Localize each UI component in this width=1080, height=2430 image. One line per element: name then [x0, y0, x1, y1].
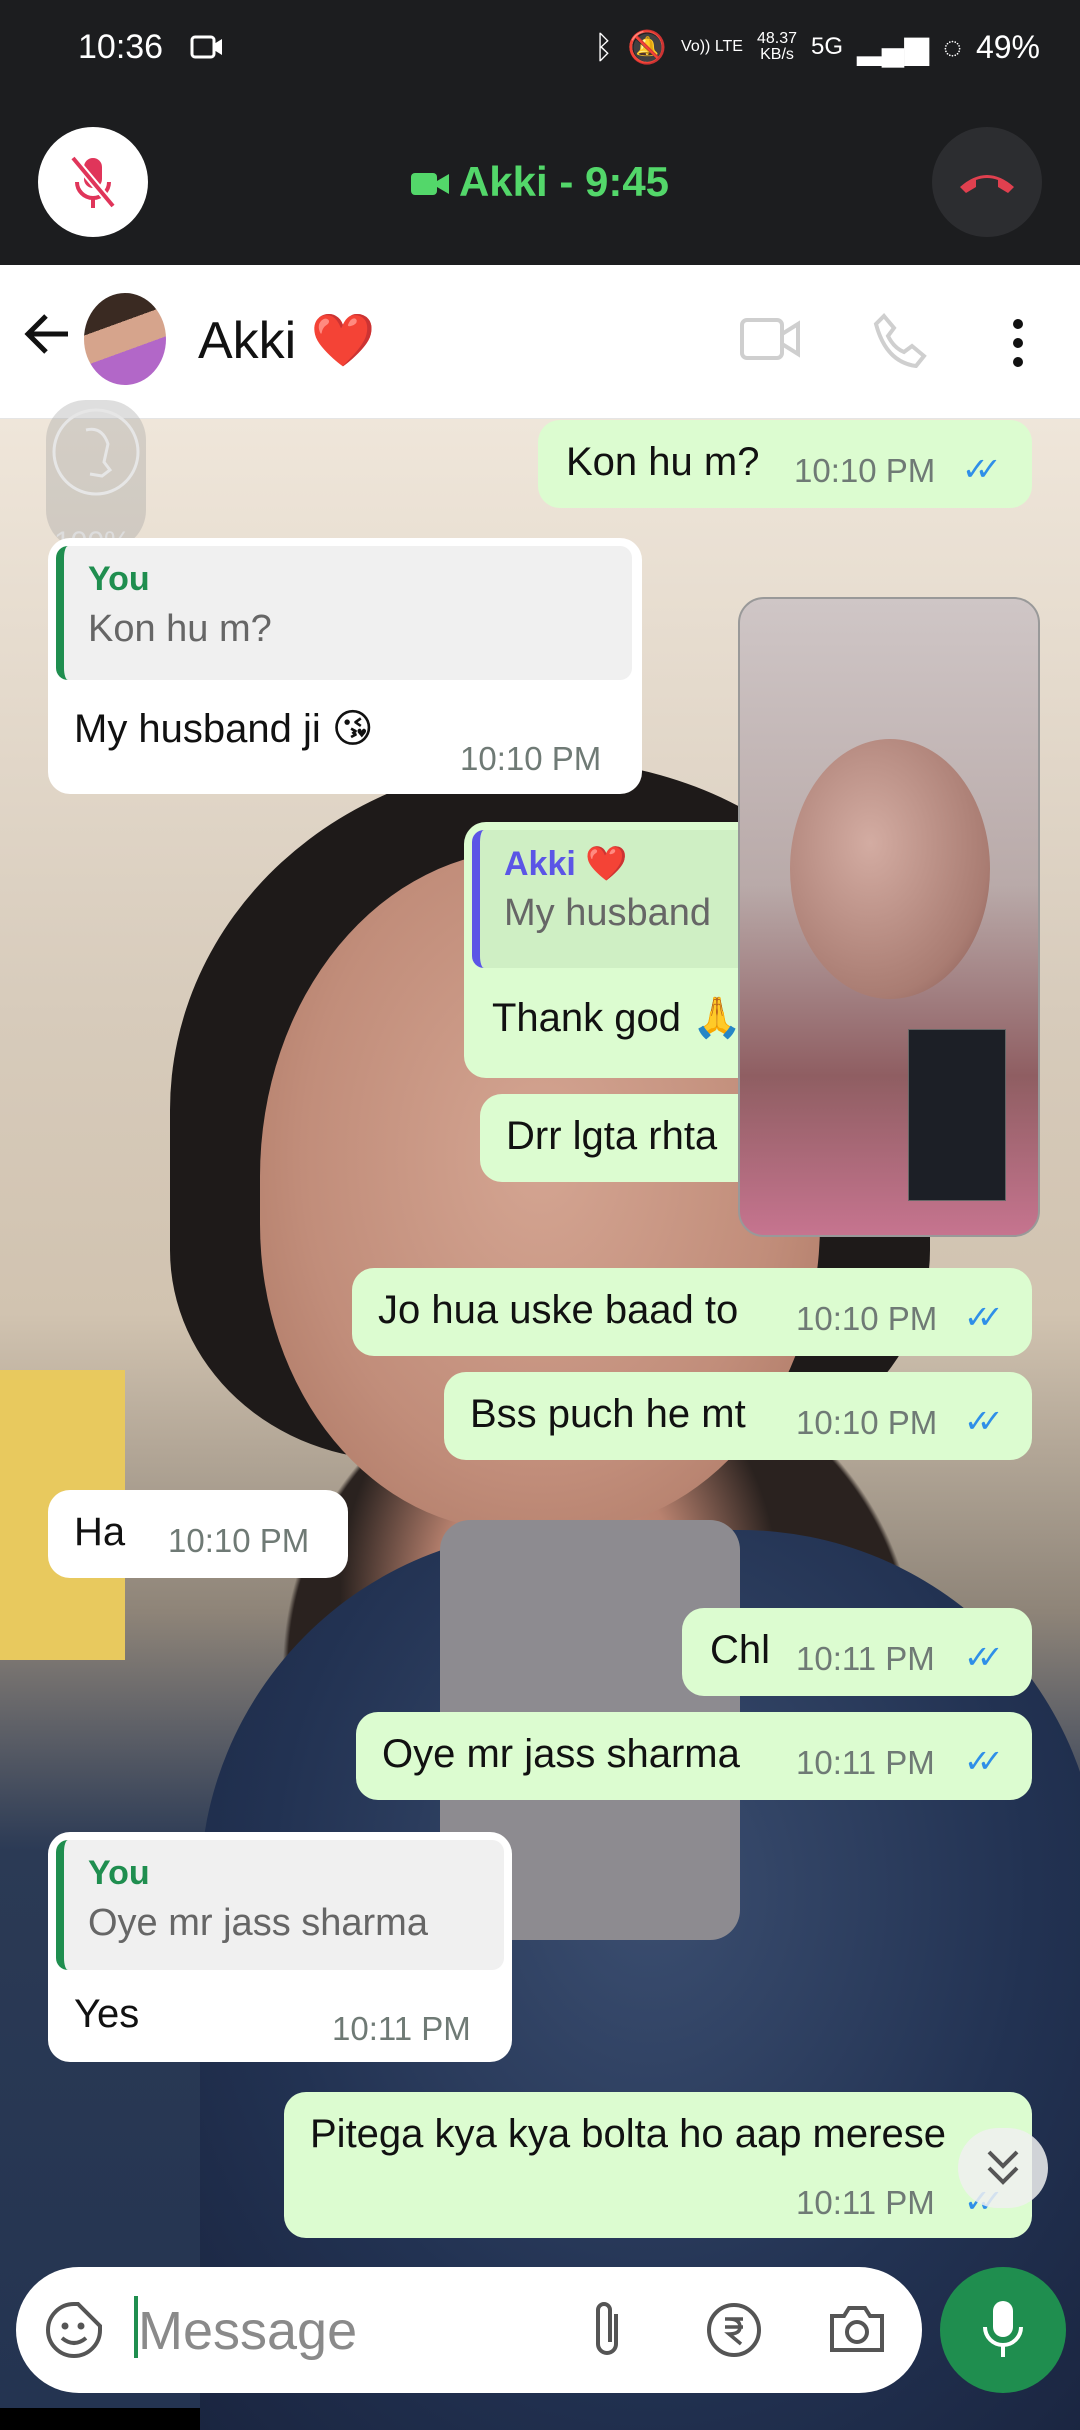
message-text: Jo hua uske baad to [378, 1288, 739, 1332]
more-options-button[interactable] [1003, 316, 1033, 375]
read-receipt-icon: ✓✓ [964, 1743, 1003, 1779]
message-bubble-outgoing[interactable]: Pitega kya kya bolta ho aap merese 10:11… [284, 2092, 1032, 2238]
camera-icon [830, 2306, 884, 2352]
message-bubble-outgoing[interactable]: Kon hu m? 10:10 PM ✓✓ [538, 420, 1032, 508]
hangup-icon [960, 175, 1014, 193]
message-bubble-incoming[interactable]: You Oye mr jass sharma Yes 10:11 PM [48, 1832, 512, 2062]
message-text: Ha [74, 1510, 126, 1554]
message-text: Drr lgta rhta [506, 1114, 718, 1158]
message-time: 10:11 PM [796, 1640, 935, 1677]
video-call-icon [410, 161, 451, 209]
message-text: Pitega kya kya bolta ho aap merese [310, 2112, 946, 2156]
contact-name[interactable]: Akki ❤️ [198, 310, 375, 371]
read-receipt-icon: ✓✓ [962, 451, 1001, 487]
microphone-icon [983, 2301, 1023, 2357]
read-receipt-icon: ✓✓ [964, 1299, 1003, 1335]
face-effect-icon [52, 408, 140, 496]
network-type: 5G [811, 33, 844, 60]
message-bubble-outgoing[interactable]: Bss puch he mt 10:10 PM ✓✓ [444, 1372, 1032, 1460]
phone-icon [873, 313, 927, 369]
quoted-message[interactable]: You Oye mr jass sharma [56, 1840, 504, 1970]
message-text: Oye mr jass sharma [382, 1732, 740, 1776]
attach-button[interactable] [584, 2298, 630, 2367]
emoji-sticker-button[interactable] [44, 2300, 104, 2365]
quoted-sender: You [88, 1854, 150, 1892]
call-title-text: Akki - 9:45 [458, 158, 670, 205]
bluetooth-icon: ᛒ [593, 28, 614, 65]
message-time: 10:10 PM [796, 1404, 938, 1441]
status-time: 10:36 [78, 28, 164, 66]
message-input[interactable]: Message [138, 2300, 357, 2362]
message-bubble-incoming[interactable]: You Kon hu m? My husband ji 😘 10:10 PM [48, 538, 642, 794]
message-bubble-outgoing[interactable]: Chl 10:11 PM ✓✓ [682, 1608, 1032, 1696]
status-icons: ᛒ 🔕 Vo)) LTE 48.37 KB/s 5G ▂▄▆ ◌ 49% [594, 28, 1040, 66]
payment-button[interactable] [706, 2302, 762, 2363]
message-time: 10:11 PM [796, 2184, 935, 2221]
network-speed-unit: KB/s [760, 46, 794, 63]
message-bubble-outgoing[interactable]: Jo hua uske baad to 10:10 PM ✓✓ [352, 1268, 1032, 1356]
message-time: 10:11 PM [796, 1744, 935, 1781]
quoted-text: Kon hu m? [88, 608, 272, 650]
screen-record-icon [190, 34, 224, 65]
message-time: 10:10 PM [794, 452, 936, 489]
message-bubble-outgoing[interactable]: Oye mr jass sharma 10:11 PM ✓✓ [356, 1712, 1032, 1800]
quoted-text: My husband [504, 892, 712, 934]
battery-percent: 49% [975, 28, 1040, 65]
message-time: 10:10 PM [168, 1522, 310, 1559]
kebab-menu-icon [1013, 319, 1023, 367]
quoted-sender: Akki ❤️ [504, 845, 628, 883]
paperclip-icon [596, 2302, 618, 2355]
status-bar: 10:36 ᛒ 🔕 Vo)) LTE 48.37 KB/s 5G ▂▄▆ ◌ 4… [0, 0, 1080, 98]
quoted-message[interactable]: You Kon hu m? [56, 546, 632, 680]
message-text: Kon hu m? [566, 440, 760, 484]
contact-avatar[interactable] [84, 293, 166, 385]
message-text: Chl [710, 1628, 771, 1672]
network-speed-value: 48.37 [756, 30, 798, 47]
quoted-sender: You [88, 560, 150, 598]
read-receipt-icon: ✓✓ [964, 1403, 1003, 1439]
volte-label: Vo)) LTE [681, 38, 743, 55]
back-arrow-icon [24, 314, 68, 354]
message-bubble-incoming[interactable]: Ha 10:10 PM [48, 1490, 348, 1578]
message-text: Yes [74, 1992, 140, 2036]
call-title[interactable]: Akki - 9:45 [0, 158, 1080, 209]
self-video-preview[interactable] [908, 1029, 1006, 1201]
video-camera-icon [740, 318, 800, 360]
video-call-button[interactable] [740, 316, 802, 367]
read-receipt-icon: ✓✓ [964, 1639, 1003, 1675]
voice-call-button[interactable] [872, 312, 928, 373]
signal-icon: ▂▄▆ [857, 29, 929, 65]
mute-notifications-icon: 🔕 [627, 29, 668, 65]
message-time: 10:11 PM [332, 2010, 471, 2047]
camera-button[interactable] [828, 2302, 886, 2359]
network-speed: 48.37 KB/s [757, 31, 797, 63]
scroll-to-bottom-button[interactable] [958, 2128, 1048, 2208]
voice-message-button[interactable] [940, 2267, 1066, 2393]
video-call-pip[interactable] [738, 597, 1040, 1237]
message-time: 10:10 PM [796, 1300, 938, 1337]
message-time: 10:10 PM [460, 740, 602, 777]
battery-icon: ◌ [942, 28, 962, 65]
remote-video-face [790, 739, 990, 999]
message-text: My husband ji 😘 [74, 707, 374, 751]
quoted-text: Oye mr jass sharma [88, 1902, 428, 1944]
end-call-button[interactable] [932, 127, 1042, 237]
double-chevron-down-icon [987, 2150, 1019, 2185]
rupee-icon [707, 2303, 761, 2357]
message-text: Bss puch he mt [470, 1392, 746, 1436]
message-text: Thank god 🙏 [492, 996, 742, 1040]
sticker-icon [46, 2302, 102, 2358]
back-button[interactable] [18, 304, 78, 364]
